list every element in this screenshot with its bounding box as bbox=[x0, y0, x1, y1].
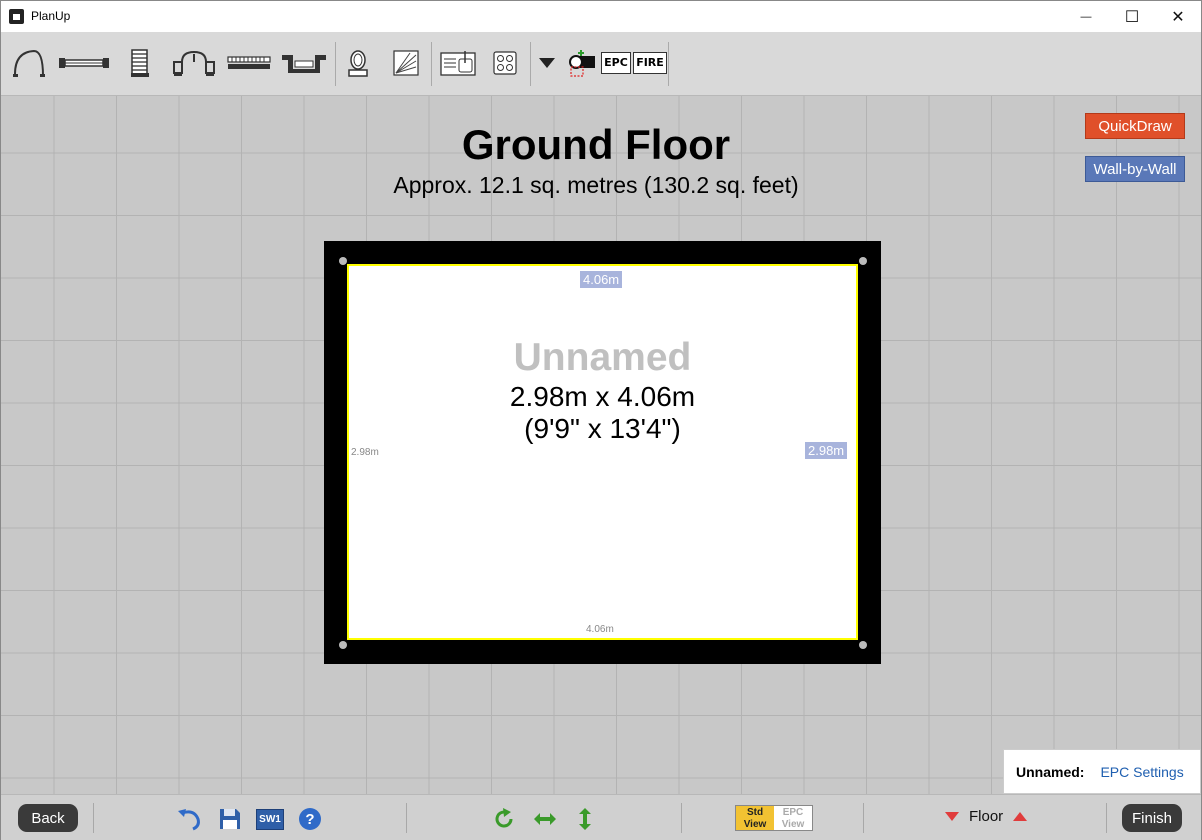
quickdraw-button[interactable]: QuickDraw bbox=[1085, 113, 1185, 139]
std-view-button[interactable]: Std View bbox=[736, 806, 774, 830]
toolbar: EPC FIRE bbox=[1, 32, 1201, 96]
app-window: PlanUp — ☐ ✕ EPC FIRE Ground Floor Appro… bbox=[0, 0, 1202, 840]
epc-room-label: Unnamed: bbox=[1016, 763, 1085, 780]
door-tool[interactable] bbox=[11, 46, 47, 80]
help-button[interactable]: ? bbox=[297, 806, 323, 832]
corner-handle[interactable] bbox=[339, 257, 347, 265]
dimension-top[interactable]: 4.06m bbox=[580, 271, 623, 288]
floor-up-icon[interactable] bbox=[1013, 812, 1028, 821]
maximize-icon: ☐ bbox=[1124, 8, 1140, 26]
dimension-bottom[interactable]: 4.06m bbox=[583, 623, 617, 636]
fire-tool-label: FIRE bbox=[633, 52, 667, 74]
bay-window-icon bbox=[282, 55, 326, 73]
bottom-separator bbox=[406, 803, 407, 833]
minimize-button[interactable]: — bbox=[1063, 1, 1109, 32]
save-icon bbox=[220, 809, 240, 829]
bottom-bar: Back SW1 ? Std View EPC View Floor Finis… bbox=[1, 794, 1201, 840]
epc-tool[interactable]: EPC bbox=[601, 46, 631, 80]
fire-tool[interactable]: FIRE bbox=[633, 46, 667, 80]
floor-title: Ground Floor bbox=[461, 121, 731, 168]
app-title: PlanUp bbox=[31, 9, 71, 23]
save-button[interactable] bbox=[217, 806, 243, 832]
maximize-button[interactable]: ☐ bbox=[1109, 1, 1155, 32]
epc-view-label-line1: EPC bbox=[782, 807, 804, 818]
corner-handle[interactable] bbox=[859, 257, 867, 265]
rotate-button[interactable] bbox=[491, 806, 517, 832]
sw1-button[interactable]: SW1 bbox=[256, 806, 284, 832]
radiator-tool[interactable] bbox=[226, 46, 272, 80]
view-toggle[interactable]: Std View EPC View bbox=[735, 805, 813, 831]
app-icon bbox=[9, 9, 24, 24]
corner-handle[interactable] bbox=[859, 641, 867, 649]
std-view-label-line2: View bbox=[743, 819, 767, 830]
undo-icon bbox=[178, 809, 200, 831]
stairs-tool[interactable] bbox=[128, 46, 152, 80]
back-button[interactable]: Back bbox=[18, 804, 78, 832]
dropdown-icon bbox=[539, 58, 555, 68]
room-floor[interactable] bbox=[347, 264, 858, 640]
epc-view-button[interactable]: EPC View bbox=[774, 806, 812, 830]
dimension-left[interactable]: 2.98m bbox=[348, 446, 382, 459]
epc-tool-label: EPC bbox=[601, 52, 631, 74]
minimize-icon: — bbox=[1080, 10, 1092, 23]
toilet-icon bbox=[348, 50, 368, 77]
bottom-separator bbox=[1106, 803, 1107, 833]
shower-tool[interactable] bbox=[391, 46, 421, 80]
epc-view-label-line2: View bbox=[781, 819, 805, 830]
flip-vertical-button[interactable] bbox=[572, 806, 598, 832]
toolbar-separator bbox=[431, 42, 432, 86]
floor-area: Approx. 12.1 sq. metres (130.2 sq. feet) bbox=[393, 172, 799, 198]
flip-horizontal-icon bbox=[534, 813, 556, 825]
window-tool[interactable] bbox=[57, 46, 111, 80]
close-icon: ✕ bbox=[1171, 8, 1185, 26]
camera-tool[interactable] bbox=[567, 46, 597, 80]
stairs-icon bbox=[131, 49, 149, 77]
window-icon bbox=[59, 58, 109, 68]
title-bar: PlanUp — ☐ ✕ bbox=[1, 1, 1201, 32]
finish-button[interactable]: Finish bbox=[1122, 804, 1182, 832]
hob-tool[interactable] bbox=[490, 46, 520, 80]
flip-vertical-icon bbox=[579, 808, 591, 830]
wall-by-wall-button[interactable]: Wall-by-Wall bbox=[1085, 156, 1185, 182]
more-tools-dropdown[interactable] bbox=[536, 46, 558, 80]
kitchen-unit-icon bbox=[440, 51, 476, 76]
floor-label: Floor bbox=[969, 808, 1004, 825]
epc-panel: Unnamed: EPC Settings bbox=[1003, 749, 1201, 794]
shower-icon bbox=[393, 50, 419, 76]
toolbar-separator bbox=[335, 42, 336, 86]
opening-tool[interactable] bbox=[171, 46, 217, 80]
corner-handle[interactable] bbox=[339, 641, 347, 649]
radiator-icon bbox=[227, 56, 271, 69]
sw1-icon: SW1 bbox=[256, 808, 284, 830]
toolbar-separator bbox=[530, 42, 531, 86]
undo-button[interactable] bbox=[176, 806, 202, 832]
toilet-tool[interactable] bbox=[343, 46, 373, 80]
bottom-separator bbox=[863, 803, 864, 833]
door-icon bbox=[13, 49, 45, 77]
rotate-icon bbox=[495, 808, 513, 828]
close-button[interactable]: ✕ bbox=[1155, 1, 1201, 32]
floor-navigator: Floor bbox=[945, 808, 1028, 825]
opening-icon bbox=[173, 50, 215, 76]
room-dimensions-metric: 2.98m x 4.06m bbox=[509, 381, 696, 412]
toolbar-separator bbox=[668, 42, 669, 86]
room-name[interactable]: Unnamed bbox=[347, 336, 858, 380]
bottom-separator bbox=[93, 803, 94, 833]
kitchen-unit-tool[interactable] bbox=[439, 46, 477, 80]
bottom-separator bbox=[681, 803, 682, 833]
camera-icon bbox=[569, 50, 595, 77]
room-dimensions: 2.98m x 4.06m (9'9" x 13'4") bbox=[347, 381, 858, 445]
room-dimensions-imperial: (9'9" x 13'4") bbox=[524, 413, 681, 444]
epc-settings-link[interactable]: EPC Settings bbox=[1100, 764, 1183, 780]
flip-horizontal-button[interactable] bbox=[532, 806, 558, 832]
std-view-label-line1: Std bbox=[746, 807, 764, 818]
drawing-canvas[interactable]: Ground Floor Approx. 12.1 sq. metres (13… bbox=[1, 96, 1201, 794]
help-icon: ? bbox=[299, 808, 321, 830]
floor-down-icon[interactable] bbox=[945, 812, 959, 821]
bay-window-tool[interactable] bbox=[280, 46, 328, 80]
hob-icon bbox=[493, 51, 517, 75]
